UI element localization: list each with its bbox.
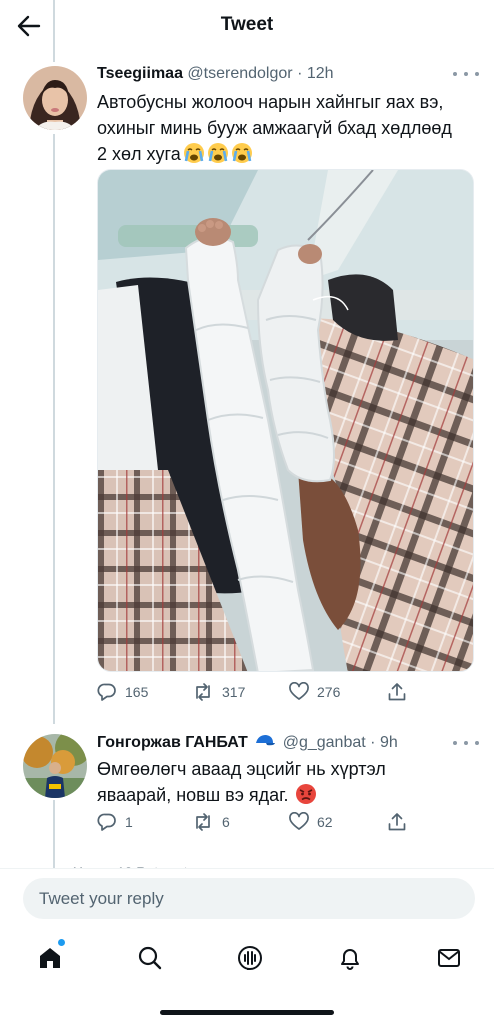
thread-connector-line	[53, 134, 55, 724]
share-icon	[388, 683, 406, 701]
tweet-text-line: яваарай, новш вэ ядаг.	[97, 782, 477, 808]
tab-messages[interactable]	[434, 943, 464, 973]
top-app-bar: Tweet	[0, 0, 494, 52]
more-icon	[464, 72, 468, 76]
tab-search[interactable]	[135, 943, 165, 973]
retweet-count: 317	[222, 684, 246, 700]
reply-count: 1	[125, 814, 133, 830]
tweet-text-line: Өмгөөлөгч аваад эцсийг нь хүртэл	[97, 759, 386, 779]
home-indicator	[160, 1010, 334, 1015]
heart-icon	[289, 682, 309, 700]
retweet-icon	[196, 683, 210, 701]
tweet-actions: 165 317 276	[97, 682, 417, 706]
blue-cap-icon	[256, 735, 276, 746]
more-icon	[475, 72, 479, 76]
tweet-text-line: охиныг минь бууж амжаагүй бхад хөдлөөд	[97, 118, 452, 138]
tweet-text-line: 2 хөл хуга	[97, 141, 477, 167]
reply-button[interactable]: 165	[97, 682, 148, 702]
crying-face-icon	[183, 143, 204, 163]
more-icon	[453, 741, 457, 745]
author-name[interactable]: Гонгоржав ГАНБАТ	[97, 734, 248, 751]
retweet-button[interactable]: 317	[192, 682, 245, 702]
tab-home[interactable]	[35, 943, 65, 973]
separator: ·	[297, 65, 303, 82]
spaces-icon	[238, 946, 262, 970]
timestamp[interactable]: 12h	[307, 65, 334, 82]
heart-icon	[289, 812, 309, 830]
reply-actions: 1 6 62	[97, 812, 417, 836]
thread-connector-line	[53, 0, 55, 62]
tweet-text-line-2: яваарай, новш вэ ядаг.	[97, 785, 289, 805]
thread-connector-line	[53, 800, 55, 868]
tweet-photo[interactable]	[97, 169, 474, 672]
more-options-button[interactable]	[453, 736, 479, 750]
reply-count: 165	[125, 684, 149, 700]
tweet-header: Tseegiimaa @tserendolgor · 12h	[97, 65, 334, 83]
page-title: Tweet	[220, 14, 274, 35]
like-button[interactable]: 276	[289, 682, 340, 702]
crying-face-icon	[231, 143, 252, 163]
like-count: 276	[317, 684, 341, 700]
like-count: 62	[317, 814, 333, 830]
share-button[interactable]	[387, 812, 407, 832]
avatar[interactable]	[23, 734, 87, 798]
reply-input[interactable]	[23, 878, 475, 919]
reply-button[interactable]: 1	[97, 812, 133, 832]
tab-notifications[interactable]	[335, 943, 365, 973]
tweet-text-line: Автобусны жолооч нарын хайнгыг яах вэ,	[97, 92, 444, 112]
reply-text: Өмгөөлөгч аваад эцсийг нь хүртэл яваарай…	[97, 756, 477, 808]
crying-face-icon	[207, 143, 228, 163]
new-content-dot	[58, 939, 65, 946]
more-options-button[interactable]	[453, 67, 479, 81]
avatar[interactable]	[23, 66, 87, 130]
more-icon	[464, 741, 468, 745]
author-handle[interactable]: @tserendolgor	[187, 65, 292, 82]
retweet-icon	[196, 813, 210, 831]
share-button[interactable]	[387, 682, 407, 702]
timestamp[interactable]: 9h	[380, 734, 398, 751]
messages-icon	[438, 949, 460, 967]
retweet-button[interactable]: 6	[192, 812, 230, 832]
notifications-icon	[341, 949, 359, 970]
tweet-text: Автобусны жолооч нарын хайнгыг яах вэ, о…	[97, 89, 477, 167]
more-icon	[453, 72, 457, 76]
reply-icon	[97, 813, 116, 831]
home-icon	[40, 948, 60, 968]
tab-spaces[interactable]	[235, 943, 265, 973]
author-handle[interactable]: @g_ganbat	[283, 734, 366, 751]
search-icon	[138, 946, 162, 970]
reply-icon	[97, 683, 116, 701]
more-icon	[475, 741, 479, 745]
author-name[interactable]: Tseegiimaa	[97, 65, 183, 82]
like-button[interactable]: 62	[289, 812, 333, 832]
share-icon	[388, 813, 406, 831]
retweet-count: 6	[222, 814, 230, 830]
tweet-header: Гонгоржав ГАНБАТ @g_ganbat · 9h	[97, 733, 398, 752]
photo-illustration	[98, 170, 473, 671]
tweet-text-line-3: 2 хөл хуга	[97, 144, 181, 164]
angry-face-icon	[295, 784, 316, 804]
separator: ·	[370, 734, 376, 751]
